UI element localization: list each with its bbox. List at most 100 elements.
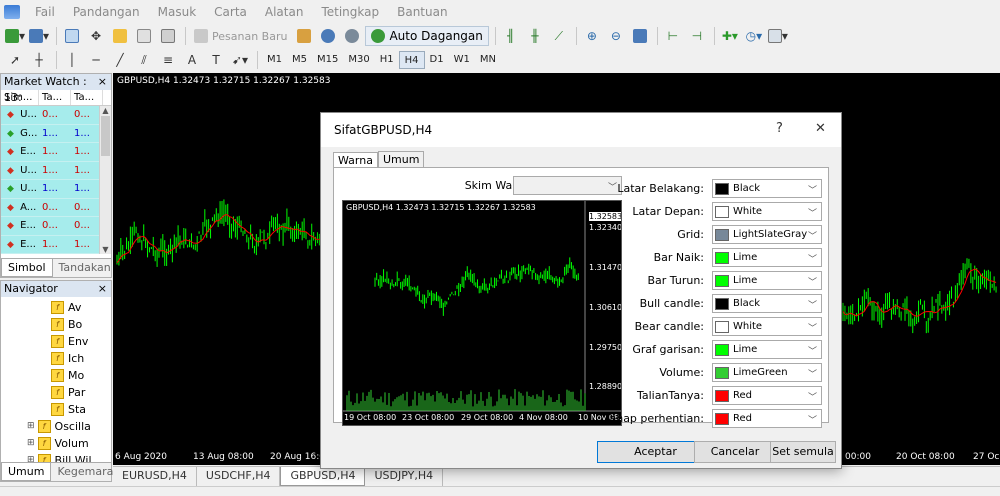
navigator-icon[interactable] <box>109 26 131 46</box>
tf-d1[interactable]: D1 <box>425 51 449 69</box>
expand-icon[interactable]: ⊞ <box>27 418 35 435</box>
vertical-line-icon[interactable]: │ <box>61 50 83 70</box>
bar-chart-icon[interactable]: ╢ <box>500 26 522 46</box>
tab-favorites[interactable]: Kegemara <box>51 463 119 481</box>
expand-icon[interactable]: ⊞ <box>27 435 35 452</box>
market-watch-row[interactable]: ◆ U... 1... 1... <box>1 180 111 199</box>
navigator-folder[interactable]: ⊞ f Oscilla <box>27 418 111 435</box>
help-button[interactable]: ? <box>776 121 783 136</box>
candlestick-icon[interactable]: ╫ <box>524 26 546 46</box>
color-select[interactable]: Red ﹀ <box>712 409 822 428</box>
reset-button[interactable]: Set semula <box>770 441 836 463</box>
auto-scroll-icon[interactable]: ⊢ <box>662 26 684 46</box>
chart-tab-usdchf[interactable]: USDCHF,H4 <box>197 467 281 486</box>
tab-common[interactable]: Umum <box>1 463 52 481</box>
color-select[interactable]: LimeGreen ﹀ <box>712 363 822 382</box>
color-select[interactable]: Lime ﹀ <box>712 340 822 359</box>
navigator-folder[interactable]: ⊞ f Volum <box>27 435 111 452</box>
trendline-icon[interactable]: ╱ <box>109 50 131 70</box>
color-select[interactable]: LightSlateGray ﹀ <box>712 225 822 244</box>
color-select[interactable]: Black ﹀ <box>712 179 822 198</box>
tf-m15[interactable]: M15 <box>312 51 343 69</box>
auto-trading-button[interactable]: Auto Dagangan <box>365 26 489 46</box>
menu-file[interactable]: Fail <box>26 5 64 19</box>
line-chart-icon[interactable]: ⟋ <box>548 26 570 46</box>
market-watch-icon[interactable] <box>61 26 83 46</box>
navigator-item[interactable]: f Av <box>51 299 111 316</box>
label-icon[interactable]: T <box>205 50 227 70</box>
tab-colors[interactable]: Warna <box>333 152 378 168</box>
chart-tab-eurusd[interactable]: EURUSD,H4 <box>113 467 197 486</box>
zoom-in-icon[interactable]: ⊕ <box>581 26 603 46</box>
indicators-icon[interactable]: ✚▾ <box>719 26 741 46</box>
menu-help[interactable]: Bantuan <box>388 5 456 19</box>
navigator-item[interactable]: f Sta <box>51 401 111 418</box>
color-select[interactable]: Black ﹀ <box>712 294 822 313</box>
close-icon[interactable]: × <box>98 74 107 90</box>
new-chart-icon[interactable]: ▾ <box>4 26 26 46</box>
arrows-icon[interactable]: ➹▾ <box>229 50 251 70</box>
tab-common[interactable]: Umum <box>377 151 425 167</box>
fibonacci-icon[interactable]: ≡ <box>157 50 179 70</box>
navigator-item[interactable]: f Par <box>51 384 111 401</box>
tab-ticks[interactable]: Tandakan <box>53 259 117 277</box>
market-watch-row[interactable]: ◆ A... 0... 0... <box>1 198 111 217</box>
navigator-item[interactable]: f Bo <box>51 316 111 333</box>
market-watch-row[interactable]: ◆ E... 1... 1... <box>1 235 111 254</box>
chart-shift-icon[interactable]: ⊣ <box>686 26 708 46</box>
color-select[interactable]: White ﹀ <box>712 202 822 221</box>
chart-tab-usdjpy[interactable]: USDJPY,H4 <box>365 467 444 486</box>
market-watch-row[interactable]: ◆ E... 0... 0... <box>1 217 111 236</box>
tf-m30[interactable]: M30 <box>343 51 374 69</box>
market-watch-row[interactable]: ◆ E... 1... 1... <box>1 143 111 162</box>
tile-windows-icon[interactable] <box>629 26 651 46</box>
tf-w1[interactable]: W1 <box>449 51 475 69</box>
navigator-item[interactable]: f Ich <box>51 350 111 367</box>
data-window-icon[interactable]: ✥ <box>85 26 107 46</box>
menu-charts[interactable]: Carta <box>205 5 256 19</box>
zoom-out-icon[interactable]: ⊖ <box>605 26 627 46</box>
menu-window[interactable]: Tetingkap <box>312 5 388 19</box>
col-bid[interactable]: Ta... <box>39 90 71 105</box>
market-watch-row[interactable]: ◆ U... 0... 0... <box>1 106 111 125</box>
market-watch-row[interactable]: ◆ U... 1... 1... <box>1 161 111 180</box>
tab-symbols[interactable]: Simbol <box>1 259 53 277</box>
templates-icon[interactable]: ▾ <box>767 26 789 46</box>
channel-icon[interactable]: ⫽ <box>133 50 155 70</box>
signals-icon[interactable] <box>341 26 363 46</box>
close-icon[interactable]: × <box>98 281 107 297</box>
arrow-up-icon: ◆ <box>7 184 14 194</box>
navigator-item[interactable]: f Env <box>51 333 111 350</box>
menu-insert[interactable]: Masuk <box>149 5 206 19</box>
tf-m5[interactable]: M5 <box>287 51 312 69</box>
new-order-button[interactable]: Pesanan Baru <box>190 26 291 46</box>
close-button[interactable]: ✕ <box>815 121 826 136</box>
cursor-icon[interactable]: ➚ <box>4 50 26 70</box>
terminal-icon[interactable] <box>133 26 155 46</box>
community-icon[interactable] <box>317 26 339 46</box>
horizontal-line-icon[interactable]: ─ <box>85 50 107 70</box>
menu-view[interactable]: Pandangan <box>64 5 149 19</box>
metaeditor-icon[interactable] <box>293 26 315 46</box>
scrollbar[interactable]: ▲ ▼ <box>99 106 111 254</box>
crosshair-icon[interactable]: ┼ <box>28 50 50 70</box>
color-select[interactable]: Red ﹀ <box>712 386 822 405</box>
color-select[interactable]: Lime ﹀ <box>712 248 822 267</box>
menu-tools[interactable]: Alatan <box>256 5 313 19</box>
market-watch-row[interactable]: ◆ G... 1... 1... <box>1 124 111 143</box>
strategy-tester-icon[interactable] <box>157 26 179 46</box>
tf-h1[interactable]: H1 <box>375 51 399 69</box>
col-ask[interactable]: Ta... <box>71 90 103 105</box>
tf-m1[interactable]: M1 <box>262 51 287 69</box>
text-icon[interactable]: A <box>181 50 203 70</box>
periods-icon[interactable]: ◷▾ <box>743 26 765 46</box>
color-select[interactable]: Lime ﹀ <box>712 271 822 290</box>
navigator-item[interactable]: f Mo <box>51 367 111 384</box>
tf-mn[interactable]: MN <box>475 51 501 69</box>
tf-h4[interactable]: H4 <box>398 51 425 69</box>
profiles-icon[interactable]: ▾ <box>28 26 50 46</box>
chart-tab-gbpusd[interactable]: GBPUSD,H4 <box>280 467 366 486</box>
cancel-button[interactable]: Cancelar <box>694 441 776 463</box>
col-symbol[interactable]: Sim... <box>1 90 39 105</box>
color-select[interactable]: White ﹀ <box>712 317 822 336</box>
